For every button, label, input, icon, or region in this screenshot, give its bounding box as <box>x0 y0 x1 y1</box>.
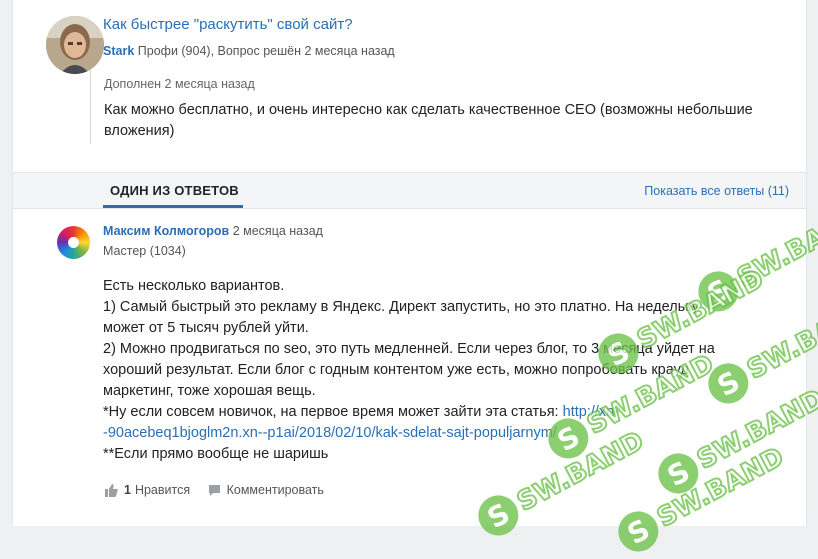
question-meta-text: Профи (904), Вопрос решён 2 месяца назад <box>137 44 395 58</box>
question-author-name[interactable]: Stark <box>103 44 134 58</box>
thumbs-up-icon <box>105 483 118 497</box>
answer-link-line: *Ну если совсем новичок, на первое время… <box>103 402 763 423</box>
answer-actions: 1 Нравится Комментировать <box>105 483 338 500</box>
answer-line: Есть несколько вариантов. <box>103 278 285 294</box>
answer-line: может от 5 тысяч рублей уйти. <box>103 320 309 336</box>
question-addition: Дополнен 2 месяца назад Как можно беспла… <box>90 70 791 144</box>
comment-icon <box>208 484 220 496</box>
answer-author-avatar[interactable] <box>57 226 90 259</box>
person-photo-icon <box>46 16 104 74</box>
answer-line: маркетинг, тоже хорошая вещь. <box>103 383 316 399</box>
likes-count: 1 <box>124 483 131 497</box>
answer-author-line: Максим Колмогоров 2 месяца назад <box>103 224 323 238</box>
answer-author-rank: Мастер (1034) <box>103 244 186 258</box>
addition-label: Дополнен 2 месяца назад <box>104 77 255 91</box>
link-prefix-text: *Ну если совсем новичок, на первое время… <box>103 404 563 420</box>
answer-text: Есть несколько вариантов. 1) Самый быстр… <box>103 276 763 465</box>
answer-block: Максим Колмогоров 2 месяца назад Мастер … <box>13 208 806 526</box>
article-link-part1[interactable]: http://xn- <box>563 404 619 420</box>
article-link-part2[interactable]: -90acebeq1bjoglm2n.xn--p1ai/2018/02/10/k… <box>103 423 763 444</box>
question-block: Как быстрее "раскутить" свой сайт? Stark… <box>13 0 806 172</box>
show-all-answers-link[interactable]: Показать все ответы (11) <box>644 184 789 198</box>
comment-button[interactable]: Комментировать <box>208 483 324 497</box>
addition-text: Как можно бесплатно, и очень интересно к… <box>104 102 753 139</box>
content-card: Как быстрее "раскутить" свой сайт? Stark… <box>12 0 807 526</box>
answer-time: 2 месяца назад <box>232 224 323 238</box>
answer-line: хороший результат. Если блог с годным ко… <box>103 362 689 378</box>
answer-line: 1) Самый быстрый это рекламу в Яндекс. Д… <box>103 299 699 315</box>
answers-bar: ОДИН ИЗ ОТВЕТОВ Показать все ответы (11) <box>13 172 806 209</box>
question-author-avatar[interactable] <box>46 16 104 74</box>
question-meta: Stark Профи (904), Вопрос решён 2 месяца… <box>103 44 395 58</box>
tab-one-answer[interactable]: ОДИН ИЗ ОТВЕТОВ <box>110 183 239 198</box>
answer-author-name[interactable]: Максим Колмогоров <box>103 224 229 238</box>
comment-label: Комментировать <box>226 483 324 497</box>
like-button[interactable]: 1 Нравится <box>105 483 190 497</box>
answer-line: **Если прямо вообще не шаришь <box>103 446 329 462</box>
answer-line: 2) Можно продвигаться по seo, это путь м… <box>103 341 715 357</box>
question-title-link[interactable]: Как быстрее "раскутить" свой сайт? <box>103 16 353 33</box>
like-label: Нравится <box>134 483 191 497</box>
